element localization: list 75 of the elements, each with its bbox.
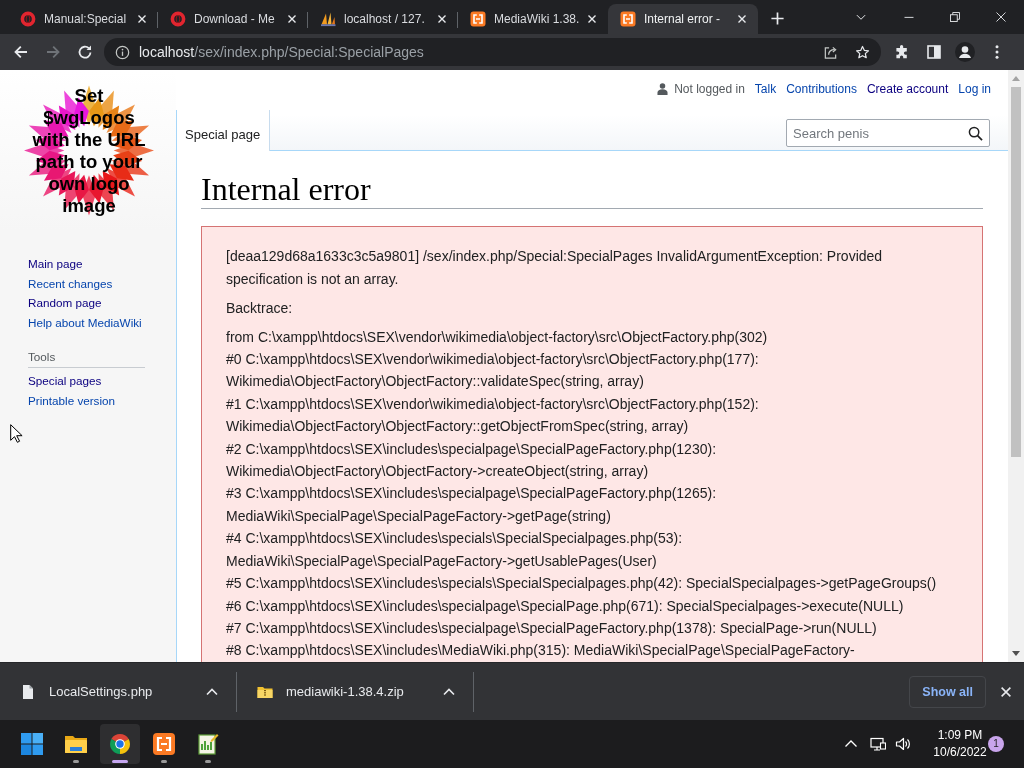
- ring-icon: [20, 11, 36, 27]
- download-item[interactable]: mediawiki-1.38.4.zip: [237, 671, 404, 712]
- sail-icon: [320, 11, 336, 27]
- page-title: Internal error: [201, 170, 983, 210]
- backtrace-line: from C:\xampp\htdocs\SEX\vendor\wikimedia\object-factory\src\ObjectFactory.php(302): [226, 327, 769, 347]
- tricolor-circle-icon: [108, 732, 132, 756]
- scroll-down-icon[interactable]: [1012, 651, 1020, 656]
- backtrace-line: #6 C:\xampp\htdocs\SEX\includes\specialpage\SpecialPage.php(671): SpecialSpecialpages->execute(NULL): [226, 596, 905, 616]
- close-icon[interactable]: [286, 13, 298, 25]
- backtrace-line: #0 C:\xampp\htdocs\SEX\vendor\wikimedia\object-factory\src\ObjectFactory.php(177): Wikimedia\ObjectFactory\ObjectFactory::validateSpec(string, array): [226, 350, 760, 392]
- search-icon[interactable]: [968, 125, 983, 141]
- sidebar-link[interactable]: Special pages: [28, 371, 102, 391]
- sidebar-link[interactable]: Random page: [28, 293, 102, 313]
- browser-tab[interactable]: MediaWiki 1.38.: [458, 4, 608, 34]
- sidebar-link[interactable]: Recent changes: [28, 273, 113, 293]
- restore-icon[interactable]: [949, 11, 961, 23]
- monitor-icon[interactable]: [870, 736, 886, 752]
- puzzle-piece-icon[interactable]: [894, 44, 910, 60]
- taskbar-button[interactable]: [100, 724, 140, 764]
- user-link[interactable]: Create account: [866, 82, 949, 96]
- clock-date[interactable]: 10/6/2022: [933, 744, 987, 761]
- page-tab[interactable]: Special page: [176, 110, 271, 151]
- browser-tab[interactable]: Download - Me: [158, 4, 308, 34]
- scrollbar-thumb[interactable]: [1011, 87, 1021, 457]
- error-message: [deaa129d68a1633c3c5a9801] /sex/index.php/Special:SpecialPages InvalidArgumentException: Provided specification is not an array.: [226, 247, 884, 289]
- backtrace-line: #2 C:\xampp\htdocs\SEX\includes\specialpage\SpecialPageFactory.php(1230): Wikimedia\ObjectFactory\ObjectFactory->createObject(string, array): [226, 439, 718, 482]
- browser-tab[interactable]: Internal error -: [608, 4, 758, 34]
- sidebar-link[interactable]: Help about MediaWiki: [28, 312, 142, 332]
- reload-icon[interactable]: [77, 44, 93, 60]
- star-icon[interactable]: [855, 44, 870, 60]
- bracket-tile-icon: [152, 732, 176, 756]
- user-link[interactable]: Contributions: [786, 82, 857, 96]
- backtrace-line: #3 C:\xampp\htdocs\SEX\includes\specialpage\SpecialPageFactory.php(1265): MediaWiki\SpecialPage\SpecialPageFactory->getPage(string): [226, 484, 718, 526]
- mouse-pointer-icon: [10, 424, 23, 443]
- close-icon[interactable]: [436, 13, 448, 25]
- bracket-tile-icon: [470, 11, 486, 27]
- backtrace-line: #5 C:\xampp\htdocs\SEX\includes\specials\SpecialSpecialpages.php(42): SpecialSpecialpages->getPageGroups(): [226, 574, 938, 594]
- bracket-tile-icon: [620, 11, 636, 27]
- avatar-icon[interactable]: [955, 42, 975, 62]
- address-bar[interactable]: localhost/sex/index.php/Special:SpecialPages: [104, 38, 881, 66]
- sidebar-heading: Tools: [28, 349, 145, 368]
- clock-time[interactable]: 1:09 PM: [937, 727, 983, 744]
- browser-tab[interactable]: localhost / 127.: [308, 4, 458, 34]
- backtrace-label: Backtrace:: [226, 298, 294, 318]
- close-icon[interactable]: [995, 11, 1007, 23]
- sidebar-link[interactable]: Main page: [28, 254, 83, 274]
- user-icon: [657, 83, 669, 95]
- notepad-icon: [196, 732, 220, 756]
- close-icon[interactable]: [586, 13, 598, 25]
- backtrace-line: #1 C:\xampp\htdocs\SEX\vendor\wikimedia\object-factory\src\ObjectFactory.php(152): Wikimedia\ObjectFactory\ObjectFactory::getObjectFromSpec(string, array): [226, 394, 760, 437]
- back-arrow-icon[interactable]: [13, 44, 29, 60]
- show-all-button[interactable]: Show all: [909, 675, 986, 708]
- notification-badge[interactable]: 1: [988, 736, 1004, 752]
- sidebar-link[interactable]: Printable version: [28, 390, 116, 410]
- download-item[interactable]: LocalSettings.php: [0, 671, 153, 712]
- close-icon[interactable]: [999, 684, 1013, 699]
- user-link[interactable]: Talk: [754, 82, 777, 96]
- backtrace-line: #7 C:\xampp\htdocs\SEX\includes\specialpage\SpecialPageFactory.php(1378): SpecialPage->run(NULL): [226, 618, 878, 638]
- user-link[interactable]: Log in: [958, 82, 991, 96]
- share-icon[interactable]: [823, 44, 838, 60]
- document-icon: [20, 683, 36, 700]
- close-icon[interactable]: [736, 13, 748, 25]
- speaker-icon[interactable]: [895, 736, 911, 752]
- side-panel-icon[interactable]: [925, 44, 942, 60]
- login-status: Not logged in: [674, 82, 745, 96]
- browser-tab[interactable]: Manual:Special: [8, 4, 158, 34]
- search-field[interactable]: Search penis: [786, 119, 990, 147]
- ring-icon: [170, 11, 186, 27]
- plus-icon[interactable]: [770, 11, 785, 26]
- info-icon[interactable]: [115, 44, 130, 60]
- backtrace-line: #8 C:\xampp\htdocs\SEX\includes\MediaWiki.php(315): MediaWiki\SpecialPage\SpecialPageFactory-: [226, 641, 856, 661]
- scrollbar[interactable]: [1008, 70, 1024, 662]
- close-icon[interactable]: [136, 13, 148, 25]
- backtrace-line: #4 C:\xampp\htdocs\SEX\includes\specials\SpecialSpecialpages.php(53): MediaWiki\SpecialPage\SpecialPageFactory->getUsablePages(User): [226, 529, 684, 571]
- four-squares-icon: [20, 732, 44, 756]
